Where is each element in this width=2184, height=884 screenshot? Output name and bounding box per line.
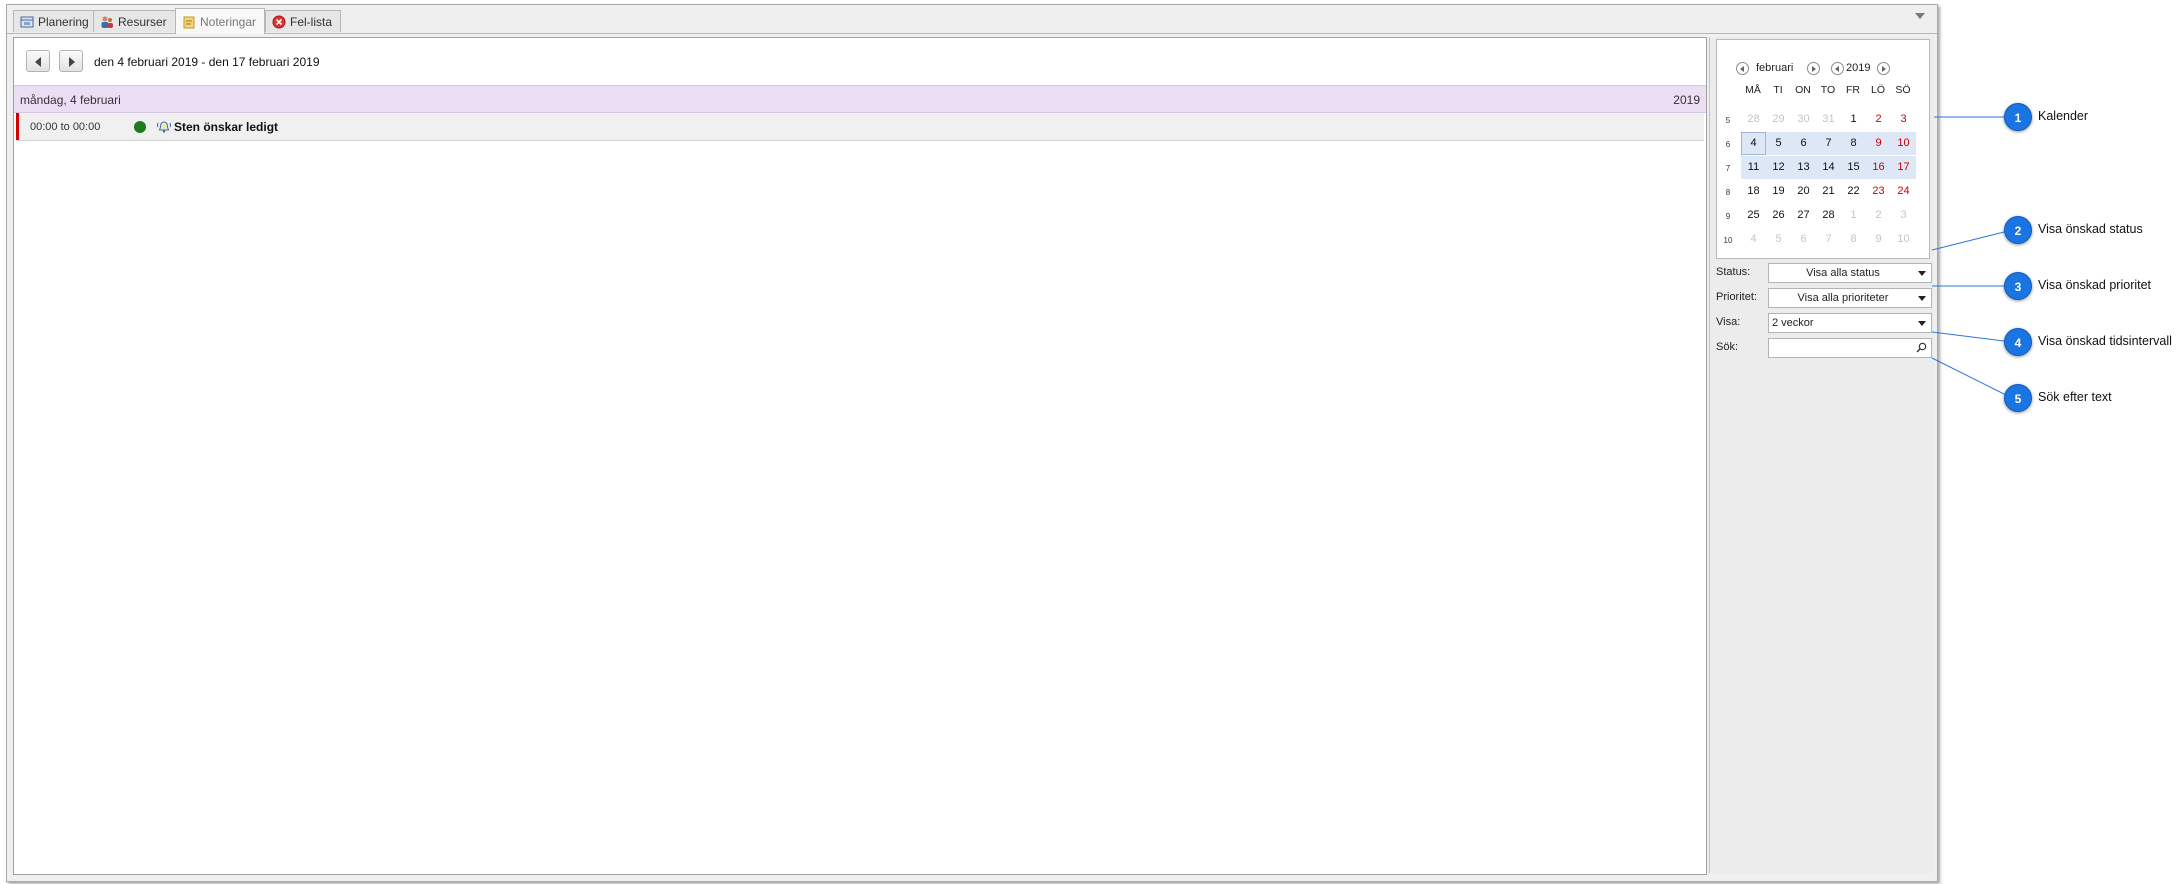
- callout-badge: 2: [2004, 216, 2032, 244]
- callout-label: Visa önskad status: [2038, 222, 2143, 236]
- callout-badge: 3: [2004, 272, 2032, 300]
- callout-label: Sök efter text: [2038, 390, 2112, 404]
- callout-label: Visa önskad tidsintervall: [2038, 334, 2172, 348]
- callout-label: Visa önskad prioritet: [2038, 278, 2152, 292]
- callout-connectors: [1931, 116, 2013, 399]
- callout-badge: 1: [2004, 103, 2032, 131]
- callout-label: Kalender: [2038, 109, 2089, 123]
- callout-badge: 5: [2004, 384, 2032, 412]
- callout-badge: 4: [2004, 328, 2032, 356]
